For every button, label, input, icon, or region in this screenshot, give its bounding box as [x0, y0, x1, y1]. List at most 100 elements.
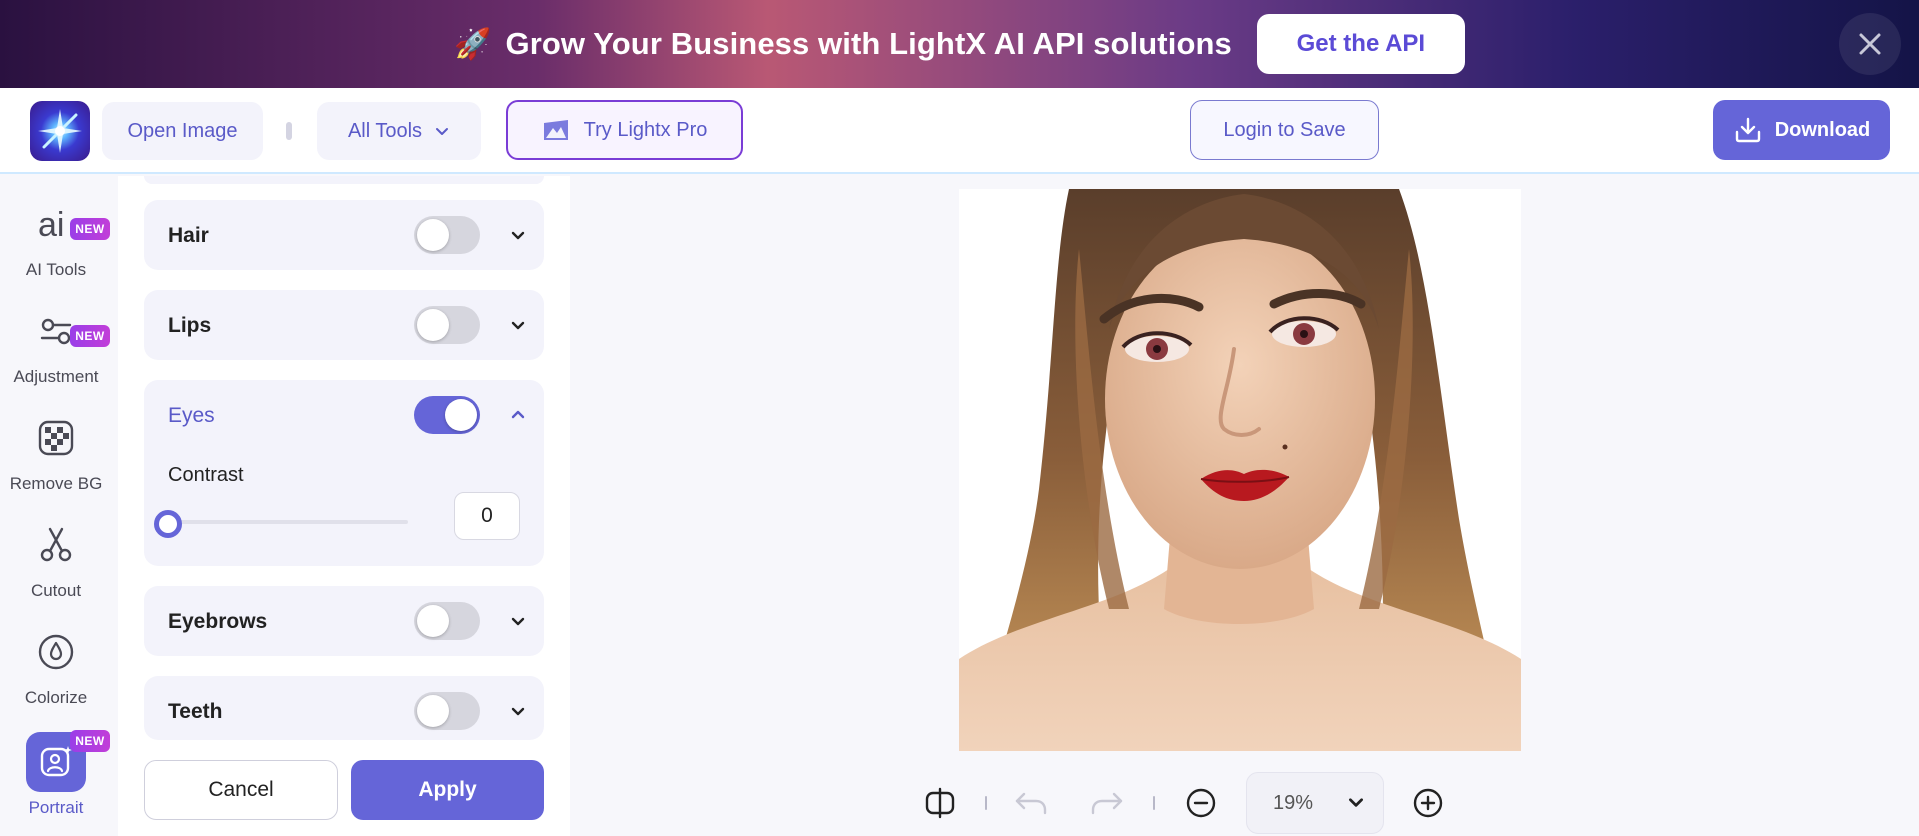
sidebar-item-label: Adjustment — [13, 367, 99, 386]
feature-card-lips[interactable]: Lips — [144, 290, 544, 360]
zoom-out-button[interactable] — [1181, 783, 1221, 823]
hair-toggle[interactable] — [414, 216, 480, 254]
sidebar-item-remove-bg[interactable]: Remove BG — [0, 408, 112, 494]
sidebar-item-label: AI Tools — [25, 260, 87, 279]
zoom-level-value: 19% — [1273, 791, 1314, 814]
toggle-knob — [417, 309, 449, 341]
svg-text:ai: ai — [38, 206, 64, 244]
redo-icon — [1091, 792, 1123, 815]
expand-lips-button[interactable] — [506, 313, 530, 337]
contrast-slider-thumb[interactable] — [154, 510, 182, 538]
cancel-button[interactable]: Cancel — [144, 760, 338, 820]
pro-crown-icon — [542, 118, 570, 142]
sidebar-item-label: Cutout — [30, 581, 82, 600]
chevron-down-icon — [436, 128, 449, 135]
app-root: 🚀 Grow Your Business with LightX AI API … — [0, 0, 1919, 836]
previous-card-edge — [144, 176, 544, 184]
promo-banner: 🚀 Grow Your Business with LightX AI API … — [0, 0, 1919, 88]
expand-hair-button[interactable] — [506, 223, 530, 247]
feature-title: Eyebrows — [168, 610, 268, 633]
get-api-button[interactable]: Get the API — [1256, 14, 1465, 74]
sidebar-item-cutout[interactable]: Cutout — [0, 515, 112, 601]
teeth-toggle[interactable] — [414, 692, 480, 730]
contrast-label: Contrast — [168, 464, 244, 486]
toggle-knob — [417, 695, 449, 727]
feature-title: Eyes — [168, 404, 215, 427]
chevron-down-icon — [511, 231, 525, 240]
logo-star-icon — [38, 109, 82, 153]
remove-bg-icon — [26, 408, 86, 468]
close-banner-button[interactable] — [1839, 13, 1901, 75]
login-to-save-button[interactable]: Login to Save — [1190, 100, 1379, 160]
chevron-down-icon — [1349, 798, 1363, 807]
header-divider — [286, 122, 292, 140]
eyebrows-toggle[interactable] — [414, 602, 480, 640]
toolbar-divider — [1153, 796, 1155, 810]
chevron-up-icon — [511, 410, 525, 419]
feature-title: Hair — [168, 224, 209, 247]
portrait-illustration — [959, 189, 1521, 751]
portrait-photo[interactable] — [959, 189, 1521, 751]
feature-title: Teeth — [168, 700, 223, 723]
sidebar-item-portrait[interactable]: NEW Portrait — [0, 730, 112, 818]
zoom-in-icon — [1413, 788, 1443, 818]
close-icon — [1859, 33, 1881, 55]
collapse-eyes-button[interactable] — [506, 403, 530, 427]
undo-icon — [1015, 792, 1047, 815]
all-tools-dropdown[interactable]: All Tools — [317, 102, 481, 160]
chevron-down-icon — [511, 321, 525, 330]
feature-title: Lips — [168, 314, 212, 337]
all-tools-label: All Tools — [347, 119, 423, 142]
try-pro-button[interactable]: Try Lightx Pro — [506, 100, 743, 160]
zoom-out-icon — [1186, 788, 1216, 818]
expand-eyebrows-button[interactable] — [506, 609, 530, 633]
compare-button[interactable] — [920, 783, 960, 823]
tool-sidebar: ai NEW AI Tools NEW Adjustment Remove BG… — [0, 176, 118, 836]
apply-button[interactable]: Apply — [351, 760, 544, 820]
download-label: Download — [1774, 118, 1871, 141]
chevron-down-icon — [511, 617, 525, 626]
new-badge: NEW — [70, 325, 110, 347]
canvas-toolbar: 19% — [570, 770, 1919, 836]
zoom-level-dropdown[interactable]: 19% — [1246, 772, 1384, 834]
banner-content: 🚀 Grow Your Business with LightX AI API … — [454, 14, 1465, 74]
toggle-knob — [417, 605, 449, 637]
download-icon — [1733, 115, 1763, 145]
chevron-down-icon — [511, 707, 525, 716]
sidebar-item-ai-tools[interactable]: ai NEW AI Tools — [0, 194, 112, 280]
toolbar-divider — [985, 796, 987, 810]
feature-card-hair[interactable]: Hair — [144, 200, 544, 270]
banner-text: Grow Your Business with LightX AI API so… — [505, 26, 1232, 61]
compare-icon — [925, 787, 955, 819]
editor-canvas — [570, 176, 1919, 836]
portrait-panel: Hair Lips Eyes Contrast 0 Eyebrows Teeth… — [118, 176, 570, 836]
drop-icon — [26, 622, 86, 682]
toggle-knob — [445, 399, 477, 431]
zoom-in-button[interactable] — [1408, 783, 1448, 823]
eyes-toggle[interactable] — [414, 396, 480, 434]
feature-card-eyebrows[interactable]: Eyebrows — [144, 586, 544, 656]
try-pro-label: Try Lightx Pro — [583, 118, 708, 141]
contrast-slider-track[interactable] — [168, 520, 408, 524]
sidebar-item-colorize[interactable]: Colorize — [0, 622, 112, 708]
new-badge: NEW — [70, 218, 110, 240]
open-image-button[interactable]: Open Image — [102, 102, 263, 160]
sidebar-item-adjustment[interactable]: NEW Adjustment — [0, 301, 112, 387]
redo-button[interactable] — [1087, 783, 1127, 823]
contrast-value-input[interactable]: 0 — [454, 492, 520, 540]
sidebar-item-label: Colorize — [24, 688, 88, 707]
app-header: Open Image All Tools Try Lightx Pro Logi… — [0, 88, 1919, 174]
scissors-icon — [26, 515, 86, 575]
rocket-icon: 🚀 — [454, 27, 492, 61]
sidebar-item-label: Remove BG — [9, 474, 103, 493]
lips-toggle[interactable] — [414, 306, 480, 344]
lightx-logo[interactable] — [30, 101, 90, 161]
undo-button[interactable] — [1011, 783, 1051, 823]
new-badge: NEW — [70, 730, 110, 752]
feature-card-teeth[interactable]: Teeth — [144, 676, 544, 740]
download-button[interactable]: Download — [1713, 100, 1890, 160]
toggle-knob — [417, 219, 449, 251]
sidebar-item-label: Portrait — [28, 798, 84, 817]
feature-card-eyes[interactable]: Eyes Contrast 0 — [144, 380, 544, 566]
expand-teeth-button[interactable] — [506, 699, 530, 723]
